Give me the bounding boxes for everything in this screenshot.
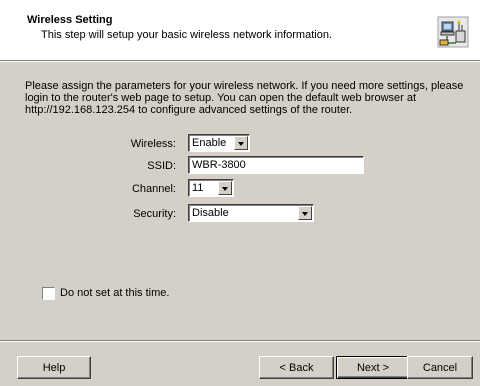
skip-checkbox-label[interactable]: Do not set at this time. xyxy=(60,287,169,299)
chevron-down-icon[interactable] xyxy=(234,136,248,150)
security-value: Disable xyxy=(192,207,229,219)
ssid-input[interactable] xyxy=(188,156,364,174)
header-separator xyxy=(0,61,480,62)
channel-value: 11 xyxy=(192,182,204,194)
channel-label: Channel: xyxy=(131,183,176,195)
cancel-button[interactable]: Cancel xyxy=(407,356,473,379)
channel-select[interactable]: 11 xyxy=(188,179,234,197)
footer-separator-highlight xyxy=(0,341,480,342)
help-button[interactable]: Help xyxy=(17,356,91,379)
wireless-select[interactable]: Enable xyxy=(188,134,250,152)
wizard-title: Wireless Setting xyxy=(27,14,113,26)
security-label: Security: xyxy=(133,208,176,220)
security-select[interactable]: Disable xyxy=(188,204,314,222)
back-button[interactable]: < Back xyxy=(259,356,334,379)
wireless-label: Wireless: xyxy=(130,138,176,150)
network-computer-icon xyxy=(437,16,469,48)
ssid-label: SSID: xyxy=(147,160,176,172)
chevron-down-icon[interactable] xyxy=(218,181,232,195)
wizard-subtitle: This step will setup your basic wireless… xyxy=(41,29,333,41)
skip-checkbox[interactable] xyxy=(42,287,55,300)
wireless-value: Enable xyxy=(192,137,227,149)
intro-text: Please assign the parameters for your wi… xyxy=(25,80,464,116)
wizard-header: Wireless Setting This step will setup yo… xyxy=(0,0,480,61)
chevron-down-icon[interactable] xyxy=(298,206,312,220)
next-button[interactable]: Next > xyxy=(336,356,410,379)
